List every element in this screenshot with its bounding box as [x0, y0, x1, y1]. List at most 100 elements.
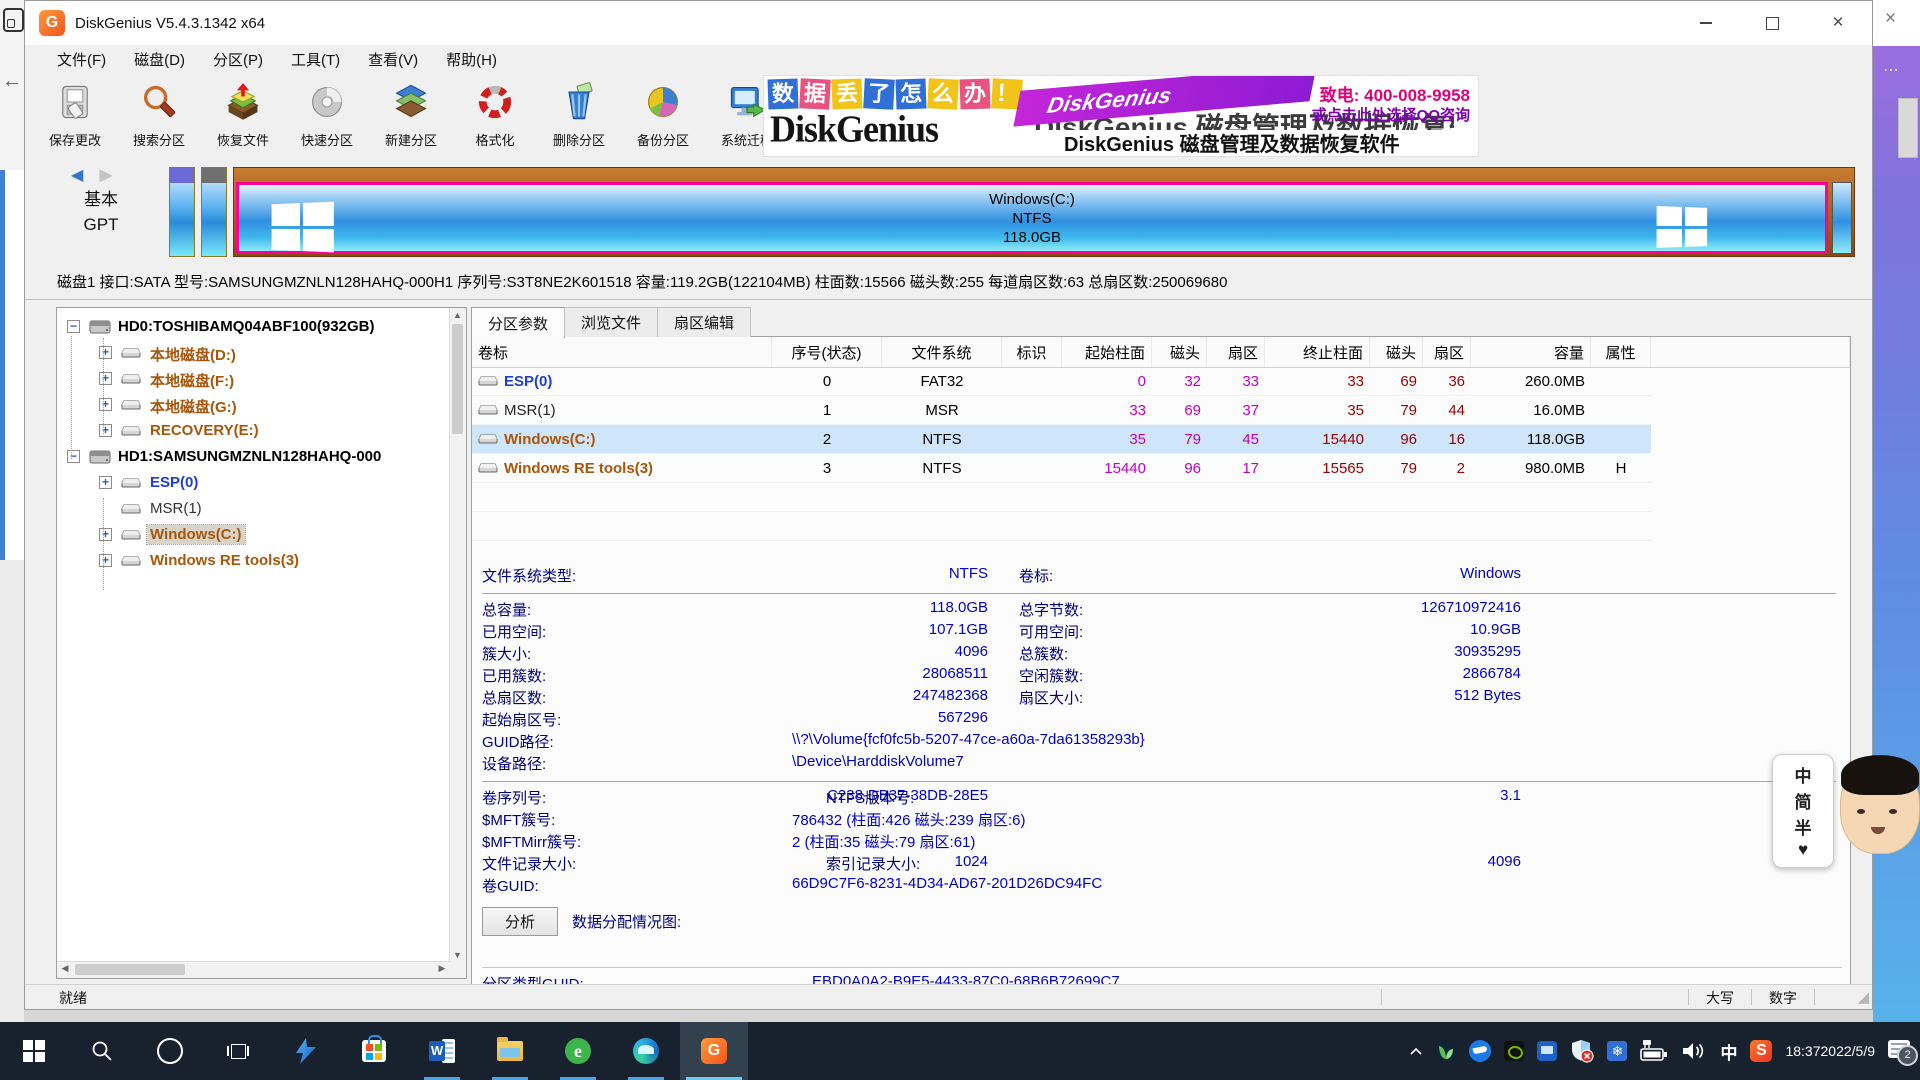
scroll-thumb[interactable]	[452, 324, 463, 434]
toolbar-new-partition[interactable]: 新建分区	[369, 73, 453, 157]
toolbar-search-partition[interactable]: 搜索分区	[117, 73, 201, 157]
tray-nvidia[interactable]	[1504, 1041, 1524, 1061]
column-header-1[interactable]: 序号(状态)	[772, 337, 882, 367]
toolbar-backup-partition[interactable]: 备份分区	[621, 73, 705, 157]
toolbar-quick-partition[interactable]: 快速分区	[285, 73, 369, 157]
taskbar-diskgenius[interactable]: G	[680, 1022, 748, 1080]
minimize-button[interactable]	[1684, 8, 1728, 38]
tree-item-3[interactable]: +本地磁盘(G:)	[57, 392, 450, 418]
close-button[interactable]: ×	[1816, 8, 1860, 38]
column-header-8[interactable]: 磁头	[1370, 337, 1423, 367]
notification-center-button[interactable]: 2	[1888, 1039, 1914, 1063]
tray-leaf-app[interactable]	[1436, 1041, 1456, 1061]
toolbar-format[interactable]: 格式化	[453, 73, 537, 157]
partition-row-2[interactable]: Windows(C:)2NTFS357945154409616118.0GB	[472, 425, 1651, 454]
ad-banner[interactable]: 数据丢了怎么办！ DiskGenius DiskGenius 磁盘管理及数据恢复…	[763, 75, 1479, 157]
column-header-9[interactable]: 扇区	[1423, 337, 1471, 367]
menu-item-1[interactable]: 磁盘(D)	[120, 45, 199, 73]
background-scrollbar[interactable]	[1898, 98, 1918, 158]
partition-segment-esp[interactable]	[169, 167, 195, 257]
banner-qq-link[interactable]: 或点击此处选择QQ咨询	[1312, 104, 1470, 125]
tab-1[interactable]: 浏览文件	[564, 307, 658, 337]
partition-row-1[interactable]: MSR(1)1MSR33693735794416.0MB	[472, 396, 1651, 425]
expander-icon[interactable]: +	[99, 476, 112, 489]
tree-item-5[interactable]: −HD1:SAMSUNGMZNLN128HAHQ-000	[57, 444, 450, 470]
scroll-right-icon[interactable]: ▶	[435, 963, 449, 974]
taskbar-search-button[interactable]	[68, 1022, 136, 1080]
tray-battery[interactable]	[1640, 1039, 1668, 1063]
column-header-3[interactable]: 标识	[1002, 337, 1062, 367]
analyze-button[interactable]: 分析	[482, 907, 558, 936]
partition-segment-re-tools[interactable]	[1832, 182, 1852, 254]
background-close-icon[interactable]: ×	[1885, 8, 1896, 30]
partition-segment-msr[interactable]	[201, 167, 227, 257]
taskbar-clock[interactable]: 18:37 2022/5/9	[1785, 1042, 1875, 1061]
cortana-button[interactable]	[136, 1022, 204, 1080]
tray-volume[interactable]	[1681, 1040, 1707, 1062]
tree-item-0[interactable]: −HD0:TOSHIBAMQ04ABF100(932GB)	[57, 314, 450, 340]
next-disk-arrow-icon[interactable]: ▶	[100, 167, 118, 184]
task-view-button[interactable]	[204, 1022, 272, 1080]
expander-icon[interactable]: +	[99, 398, 112, 411]
tray-security[interactable]	[1570, 1039, 1594, 1063]
taskbar-360-browser[interactable]: e	[544, 1022, 612, 1080]
tab-2[interactable]: 扇区编辑	[657, 307, 751, 337]
floating-helper-widget[interactable]: 中 简 半 ♥	[1772, 752, 1920, 874]
taskbar-lightning-app[interactable]	[272, 1022, 340, 1080]
tray-sogou[interactable]: S	[1750, 1040, 1772, 1062]
column-header-6[interactable]: 扇区	[1207, 337, 1265, 367]
expander-icon[interactable]: +	[99, 554, 112, 567]
taskbar-word[interactable]: W	[408, 1022, 476, 1080]
tree-horizontal-scrollbar[interactable]: ◀ ▶	[57, 961, 450, 978]
tray-ime-indicator[interactable]: 中	[1720, 1039, 1737, 1064]
menu-item-4[interactable]: 查看(V)	[354, 45, 432, 73]
more-options-icon[interactable]: ⋯	[1883, 60, 1900, 80]
column-header-0[interactable]: 卷标	[472, 337, 772, 367]
toolbar-recover-files[interactable]: 恢复文件	[201, 73, 285, 157]
column-header-10[interactable]: 容量	[1471, 337, 1591, 367]
column-header-7[interactable]: 终止柱面	[1265, 337, 1370, 367]
tray-intel-graphics[interactable]	[1537, 1041, 1557, 1061]
taskbar-file-explorer[interactable]	[476, 1022, 544, 1080]
taskbar-edge[interactable]	[612, 1022, 680, 1080]
menu-item-5[interactable]: 帮助(H)	[432, 45, 511, 73]
expander-icon[interactable]: +	[99, 346, 112, 359]
tree-item-6[interactable]: +ESP(0)	[57, 470, 450, 496]
tree-item-8[interactable]: +Windows(C:)	[57, 522, 450, 548]
scroll-thumb[interactable]	[75, 964, 185, 975]
tree-vertical-scrollbar[interactable]: ▲ ▼	[449, 308, 466, 962]
tree-item-1[interactable]: +本地磁盘(D:)	[57, 340, 450, 366]
tray-expand-chevron[interactable]	[1409, 1046, 1423, 1056]
resize-grip[interactable]: ◢	[1857, 988, 1869, 1006]
tree-item-9[interactable]: +Windows RE tools(3)	[57, 548, 450, 574]
expander-icon[interactable]: +	[99, 424, 112, 437]
tray-snowflake-app[interactable]: ❄	[1607, 1041, 1627, 1061]
tray-dingtalk[interactable]	[1469, 1040, 1491, 1062]
menu-item-2[interactable]: 分区(P)	[199, 45, 277, 73]
tree-item-4[interactable]: +RECOVERY(E:)	[57, 418, 450, 444]
tree-item-2[interactable]: +本地磁盘(F:)	[57, 366, 450, 392]
column-header-5[interactable]: 磁头	[1152, 337, 1207, 367]
expander-icon[interactable]: +	[99, 372, 112, 385]
menu-item-3[interactable]: 工具(T)	[277, 45, 354, 73]
partition-row-0[interactable]: ESP(0)0FAT3203233336936260.0MB	[472, 367, 1651, 396]
maximize-button[interactable]	[1750, 8, 1794, 38]
expander-icon[interactable]: −	[67, 450, 80, 463]
expander-icon[interactable]: −	[67, 320, 80, 333]
column-header-2[interactable]: 文件系统	[882, 337, 1002, 367]
menu-item-0[interactable]: 文件(F)	[43, 45, 120, 73]
toolbar-delete-partition[interactable]: 删除分区	[537, 73, 621, 157]
toolbar-save[interactable]: 保存更改	[33, 73, 117, 157]
scroll-down-icon[interactable]: ▼	[450, 950, 465, 960]
column-header-4[interactable]: 起始柱面	[1062, 337, 1152, 367]
back-arrow-icon[interactable]: ←	[2, 70, 22, 93]
start-button[interactable]	[0, 1022, 68, 1080]
ime-switch-card[interactable]: 中 简 半 ♥	[1772, 754, 1834, 868]
tab-0[interactable]: 分区参数	[471, 307, 565, 338]
prev-disk-arrow-icon[interactable]: ◀	[71, 167, 89, 184]
scroll-up-icon[interactable]: ▲	[450, 310, 465, 320]
expander-icon[interactable]: +	[99, 528, 112, 541]
taskbar-store[interactable]	[340, 1022, 408, 1080]
partition-row-3[interactable]: Windows RE tools(3)3NTFS1544096171556579…	[472, 454, 1651, 483]
tree-item-7[interactable]: MSR(1)	[57, 496, 450, 522]
